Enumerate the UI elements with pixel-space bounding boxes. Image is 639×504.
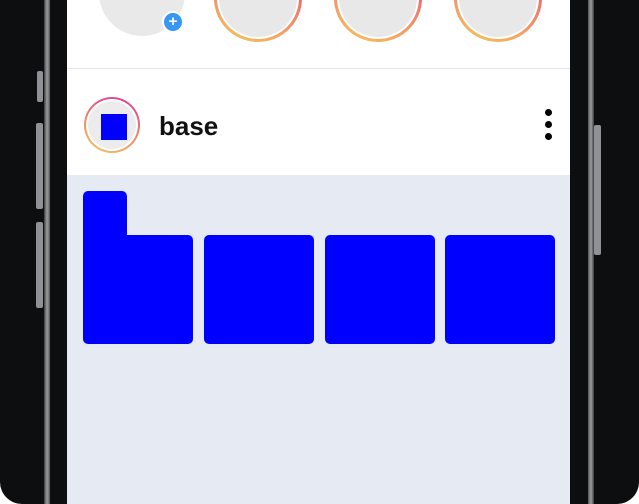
story-avatar	[459, 0, 537, 37]
story-item[interactable]	[454, 0, 542, 42]
grid-tile[interactable]	[445, 235, 555, 344]
phone-left-rail	[44, 0, 50, 504]
post-avatar[interactable]	[84, 97, 140, 153]
story-avatar	[219, 0, 297, 37]
phone-power-button	[594, 125, 601, 255]
app-screen: + base	[67, 0, 570, 504]
post-username[interactable]: base	[159, 111, 218, 141]
post-header: base	[67, 69, 570, 175]
story-item[interactable]	[334, 0, 422, 42]
grid-tile[interactable]	[204, 235, 314, 344]
phone-volume-down-button	[36, 222, 43, 308]
avatar-square-icon	[101, 114, 127, 140]
phone-mute-switch	[37, 71, 43, 102]
add-story-icon[interactable]: +	[162, 11, 184, 33]
story-avatar	[339, 0, 417, 37]
post-content	[67, 175, 570, 504]
stories-tray: +	[67, 0, 570, 69]
grid-tile[interactable]	[325, 235, 435, 344]
folder-tab	[83, 191, 127, 241]
folder-tile[interactable]	[83, 235, 193, 344]
phone-frame: + base	[0, 0, 639, 504]
story-item[interactable]	[214, 0, 302, 42]
more-vertical-icon[interactable]	[537, 107, 561, 143]
phone-volume-up-button	[36, 123, 43, 209]
